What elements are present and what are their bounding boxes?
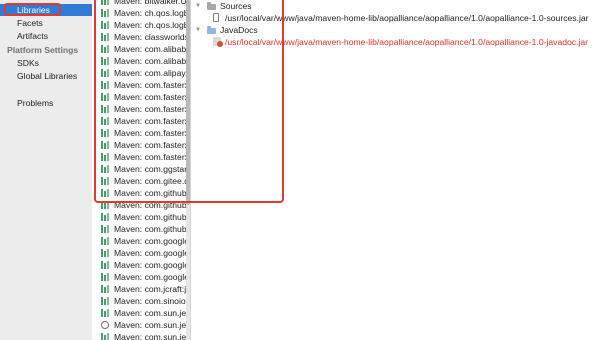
library-list-item[interactable]: Maven: com.google [92,235,186,247]
sidebar-item-facets[interactable]: Facets [0,17,92,29]
sidebar-item-sdks[interactable]: SDKs [0,57,92,69]
library-icon [101,285,110,293]
library-list-item[interactable]: Maven: com.google [92,271,186,283]
library-icon [101,297,110,305]
library-icon [101,213,110,221]
library-list-item[interactable]: Maven: com.google [92,259,186,271]
library-list-item[interactable]: Maven: com.sun.jer [92,307,186,319]
library-icon [101,249,110,257]
library-list-item[interactable]: Maven: com.sun.jer [92,319,186,331]
sidebar-item-label: Facets [17,18,43,28]
library-label: Maven: com.github. [114,212,186,222]
sidebar-header-label: Platform Settings [7,45,79,55]
library-icon [101,309,110,317]
library-label: Maven: com.sun.jer [114,320,186,330]
library-list-item[interactable]: Maven: com.github. [92,211,186,223]
library-icon [101,273,110,281]
library-icon [101,261,110,269]
library-list-item[interactable]: Maven: com.google [92,247,186,259]
list-highlight-annotation [94,0,284,203]
library-list-item[interactable]: Maven: com.github. [92,223,186,235]
sidebar-header-platform-settings: Platform Settings [0,44,92,56]
library-icon [101,333,110,340]
sidebar-item-label: Artifacts [17,31,49,41]
library-label: Maven: com.google [114,272,186,282]
library-list-item[interactable]: Maven: com.jcraft:js [92,283,186,295]
sidebar-item-problems[interactable]: Problems [0,97,92,109]
sidebar-item-global-libraries[interactable]: Global Libraries [0,70,92,82]
library-label: Maven: com.github. [114,224,186,234]
library-label: Maven: com.sun.jer [114,308,186,318]
library-icon [101,237,110,245]
globe-icon [101,321,109,329]
library-list-item[interactable]: Maven: com.sinoiov [92,295,186,307]
library-icon [101,225,110,233]
selection-highlight-annotation [4,3,61,16]
library-label: Maven: com.google [114,236,186,246]
sidebar-item-label: SDKs [17,58,39,68]
library-label: Maven: com.sun.jer [114,332,186,340]
settings-sidebar: Libraries Facets Artifacts Platform Sett… [0,0,92,340]
library-label: Maven: com.google [114,260,186,270]
library-label: Maven: com.jcraft:js [114,284,186,294]
sidebar-item-label: Problems [17,98,54,108]
sidebar-item-label: Global Libraries [17,71,78,81]
library-label: Maven: com.google [114,248,186,258]
library-label: Maven: com.sinoiov [114,296,186,306]
library-list-item[interactable]: Maven: com.sun.jer [92,331,186,340]
sidebar-item-artifacts[interactable]: Artifacts [0,30,92,42]
